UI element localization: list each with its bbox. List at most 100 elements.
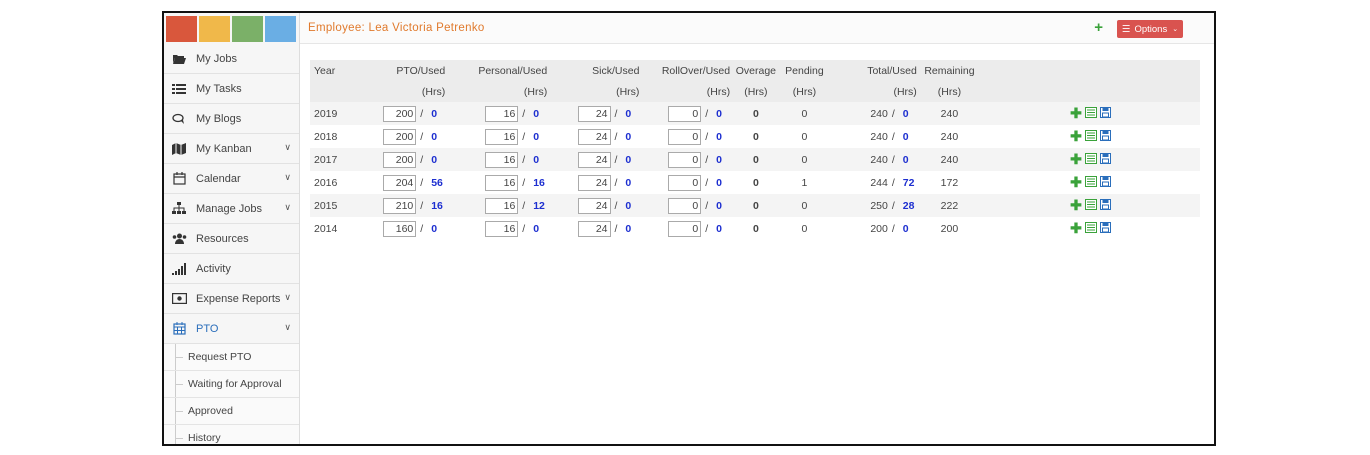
chevron-down-icon: ⌄ [1172,26,1179,33]
slash-separator: / [420,153,424,166]
personal-input[interactable]: 16 [485,174,519,191]
rollover-input[interactable]: 0 [668,105,702,122]
chevron-down-icon: ∨ [284,292,291,302]
sick-used: 0 [625,153,632,166]
overage-cell: 0 [731,148,781,171]
sidebar-item-my-tasks[interactable]: My Tasks [164,74,299,104]
chevron-down-icon: ∨ [284,142,291,152]
sidebar-item-pto[interactable]: PTO ∨ [164,314,299,344]
personal-input[interactable]: 16 [485,197,519,214]
rollover-input[interactable]: 0 [668,151,702,168]
save-icon[interactable] [1099,129,1111,144]
list-icon[interactable] [1084,129,1097,144]
sick-input[interactable]: 24 [577,220,611,237]
add-icon[interactable]: ✚ [1070,220,1082,237]
list-icon[interactable] [1084,221,1097,236]
sick-input[interactable]: 24 [577,105,611,122]
actions-cell: ✚ [981,171,1200,194]
pending-cell: 1 [801,176,808,189]
rollover-input[interactable]: 0 [668,174,702,191]
pto-input[interactable]: 200 [383,151,417,168]
year-cell: 2015 [310,194,354,217]
column-unit: (Hrs) [640,82,732,102]
save-icon[interactable] [1099,106,1111,121]
sick-input[interactable]: 24 [577,128,611,145]
add-icon[interactable]: ✚ [1070,197,1082,214]
sidebar-item-calendar[interactable]: Calendar ∨ [164,164,299,194]
sidebar-item-my-jobs[interactable]: My Jobs [164,44,299,74]
sidebar-item-label: My Kanban [196,142,252,155]
table-row: 2014 160/0 16/0 24/0 0/0 0 0 200/0 200 ✚ [310,217,1200,240]
sick-input[interactable]: 24 [577,174,611,191]
sidebar-subitem-history[interactable]: History [164,425,299,444]
pto-input[interactable]: 200 [383,128,417,145]
page-title: Employee: Lea Victoria Petrenko [308,22,485,34]
sidebar-item-resources[interactable]: Resources [164,224,299,254]
personal-used: 12 [533,199,545,212]
rollover-input[interactable]: 0 [668,197,702,214]
sidebar-subitem-request-pto[interactable]: Request PTO [164,344,299,371]
personal-input[interactable]: 16 [485,220,519,237]
sidebar-item-label: My Blogs [196,112,242,125]
sidebar-item-manage-jobs[interactable]: Manage Jobs ∨ [164,194,299,224]
rollover-input[interactable]: 0 [668,128,702,145]
sidebar-subitem-waiting-for-approval[interactable]: Waiting for Approval [164,371,299,398]
add-icon[interactable]: ✚ [1070,128,1082,145]
sidebar-item-activity[interactable]: Activity [164,254,299,284]
sidebar-item-label: Activity [196,262,231,275]
pto-used: 0 [431,130,438,143]
rollover-input[interactable]: 0 [668,220,702,237]
add-icon[interactable]: + [1094,19,1103,36]
list-icon[interactable] [1084,152,1097,167]
options-button[interactable]: ☰ Options ⌄ [1117,20,1183,38]
add-icon[interactable]: ✚ [1070,105,1082,122]
save-icon[interactable] [1099,221,1111,236]
save-icon[interactable] [1099,175,1111,190]
slash-separator: / [705,176,709,189]
sick-input[interactable]: 24 [577,197,611,214]
list-icon[interactable] [1084,198,1097,213]
personal-input[interactable]: 16 [485,105,519,122]
signal-bars-icon [170,262,188,276]
column-header-actions [981,60,1200,82]
pto-input[interactable]: 204 [383,174,417,191]
tasks-list-icon [170,82,188,96]
pto-input[interactable]: 160 [383,220,417,237]
add-icon[interactable]: ✚ [1070,151,1082,168]
sidebar-item-label: Expense Reports [196,292,281,305]
sidebar-item-my-blogs[interactable]: My Blogs [164,104,299,134]
map-icon [170,142,188,156]
save-icon[interactable] [1099,152,1111,167]
sidebar-item-my-kanban[interactable]: My Kanban ∨ [164,134,299,164]
page-header: Employee: Lea Victoria Petrenko + ☰ Opti… [300,13,1214,44]
list-icon[interactable] [1084,106,1097,121]
pto-input[interactable]: 200 [383,105,417,122]
logo-block [166,16,197,42]
slash-separator: / [891,199,895,212]
personal-input[interactable]: 16 [485,128,519,145]
sidebar-item-expense-reports[interactable]: Expense Reports ∨ [164,284,299,314]
list-icon[interactable] [1084,175,1097,190]
app-window: My Jobs My Tasks My Blogs My Kanban ∨ Calenda… [162,11,1216,446]
sick-input[interactable]: 24 [577,151,611,168]
personal-cell: 16/16 [446,171,548,194]
rollover-cell: 0/0 [640,194,732,217]
slash-separator: / [522,107,526,120]
options-label: Options [1134,23,1168,35]
sidebar-subitem-approved[interactable]: Approved [164,398,299,425]
logo-bar[interactable] [164,13,299,44]
personal-input[interactable]: 16 [485,151,519,168]
main-panel: Employee: Lea Victoria Petrenko + ☰ Opti… [300,13,1214,444]
table-row: 2018 200/0 16/0 24/0 0/0 0 0 240/0 240 ✚ [310,125,1200,148]
rollover-used: 0 [716,199,722,212]
add-icon[interactable]: ✚ [1070,174,1082,191]
slash-separator: / [891,130,895,143]
pto-cell: 200/ 0 [354,102,447,125]
save-icon[interactable] [1099,198,1111,213]
pto-input[interactable]: 210 [383,197,417,214]
pto-used: 56 [431,176,443,189]
sick-cell: 24/ 0 [548,125,640,148]
actions-cell: ✚ [981,125,1200,148]
sidebar-nav: My Jobs My Tasks My Blogs My Kanban ∨ Calenda… [164,44,299,444]
table-units-row: (Hrs) (Hrs) (Hrs) (Hrs) (Hrs) (Hrs) (Hrs) (Hrs) [310,82,1200,102]
